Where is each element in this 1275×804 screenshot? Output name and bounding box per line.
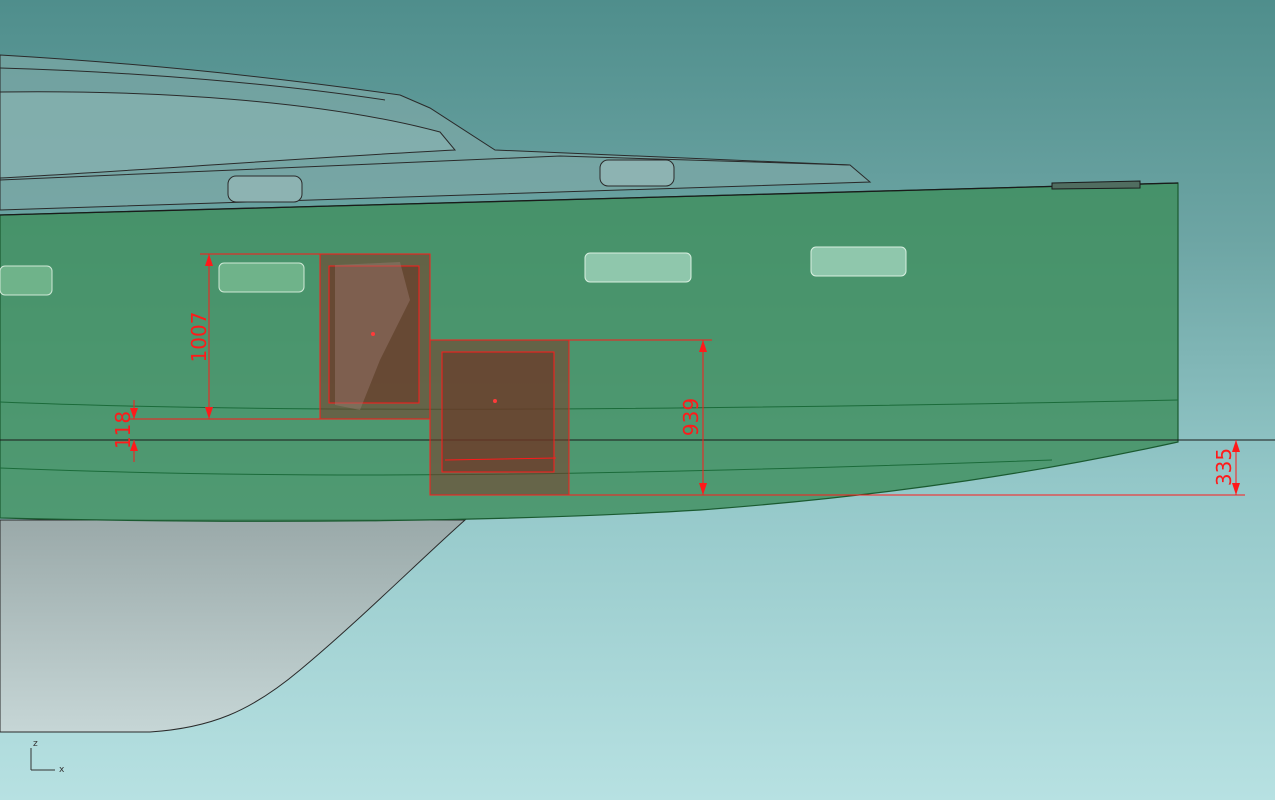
hull-side [0, 182, 1179, 522]
hull-portlight-1 [0, 265, 53, 296]
dimension-label-1007: 1007 [187, 312, 211, 363]
hull-portlight-3 [584, 252, 692, 283]
hull-hatch-2[interactable] [429, 339, 570, 496]
hull-portlight-2 [218, 262, 305, 293]
hull-portlight-4 [810, 246, 907, 277]
hull-hatch-1[interactable] [319, 253, 431, 420]
axis-gizmo: z x [30, 739, 65, 775]
boat-drawing: 1007 118 939 335 z x [0, 54, 1275, 775]
dimension-label-335: 335 [1212, 448, 1236, 486]
axis-z-label: z [33, 739, 38, 749]
cabin-window-2 [599, 159, 675, 187]
rhino-viewport[interactable]: 1007 118 939 335 z x [0, 0, 1275, 800]
cabin-window-1 [227, 175, 303, 203]
dimension-label-939: 939 [679, 398, 703, 436]
axis-x-label: x [59, 765, 65, 775]
keel-underbody [0, 519, 467, 733]
dimension-label-118: 118 [111, 411, 135, 449]
bow-fitting [1051, 180, 1141, 190]
